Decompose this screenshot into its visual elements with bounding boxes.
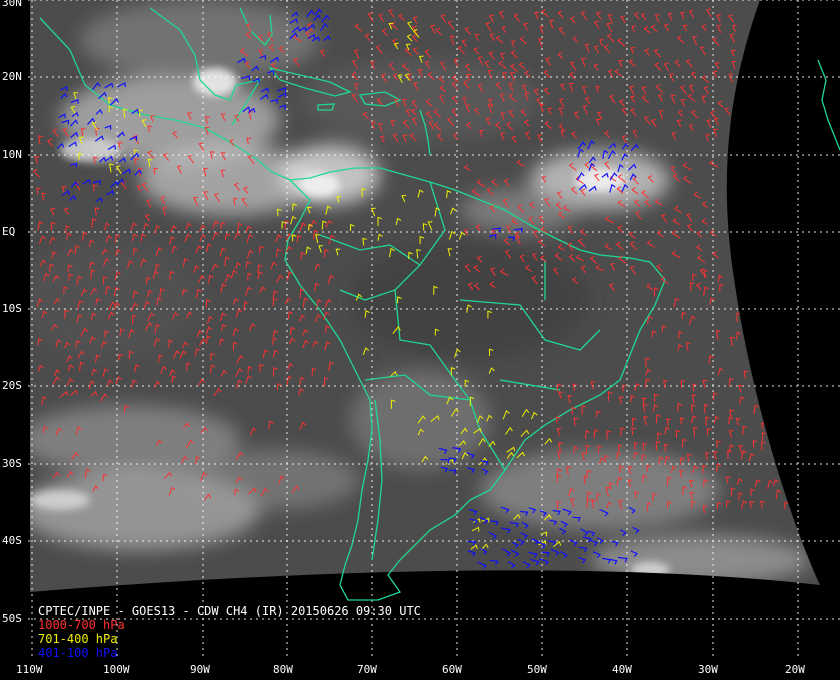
lat-label-eq: EQ	[2, 225, 16, 238]
lon-label-80w: 80W	[273, 663, 293, 676]
wind-barb	[728, 134, 736, 143]
wind-barb	[771, 343, 779, 353]
wind-barb	[772, 404, 778, 413]
wind-barb	[736, 270, 744, 281]
lat-label-30s: 30S	[2, 457, 22, 470]
lon-label-70w: 70W	[357, 663, 377, 676]
wind-barb	[757, 273, 763, 283]
lon-label-40w: 40W	[612, 663, 632, 676]
wind-barb	[788, 393, 794, 401]
lon-label-100w: 100W	[103, 663, 130, 676]
wind-barb	[736, 282, 742, 292]
lon-label-90w: 90W	[190, 663, 210, 676]
wind-barb	[790, 405, 797, 415]
wind-barb	[784, 450, 790, 460]
lon-label-110w: 110W	[16, 663, 43, 676]
legend-entry-1000-700-hpa: 1000-700 hPa	[38, 618, 125, 632]
wind-barb	[763, 370, 769, 378]
wind-barb	[788, 428, 793, 438]
lat-label-20n: 20N	[2, 70, 22, 83]
lon-label-60w: 60W	[442, 663, 462, 676]
satellite-wind-map: 30N 20N 10N EQ 10S 20S 30S 40S 50S 110W …	[0, 0, 840, 680]
lat-label-40s: 40S	[2, 534, 22, 547]
wind-barb	[773, 309, 779, 319]
wind-barb	[761, 358, 768, 367]
wind-barb	[784, 468, 791, 478]
wind-barb	[778, 419, 783, 427]
wind-barb	[783, 443, 789, 453]
lat-label-20s: 20S	[2, 379, 22, 392]
wind-barb	[749, 357, 756, 366]
wind-barb	[774, 356, 780, 364]
map-caption: CPTEC/INPE - GOES13 - CDW CH4 (IR) 20150…	[38, 604, 421, 660]
wind-barb	[764, 329, 771, 336]
lat-label-50s: 50S	[2, 612, 22, 625]
wind-barb	[773, 427, 779, 437]
legend-entry-701-400-hpa: 701-400 hPa	[38, 632, 118, 646]
coastline-africa	[817, 59, 840, 151]
map-canvas	[28, 0, 840, 660]
wind-barb	[784, 477, 789, 485]
lon-label-20w: 20W	[785, 663, 805, 676]
wind-barb	[779, 272, 786, 280]
lat-label-10s: 10S	[2, 302, 22, 315]
lon-label-50w: 50W	[527, 663, 547, 676]
legend-entry-401-100-hpa: 401-100 hPa	[38, 646, 118, 660]
wind-barb	[749, 323, 756, 333]
wind-barb	[788, 418, 794, 427]
wind-barb	[779, 302, 785, 310]
lat-label-10n: 10N	[2, 148, 22, 161]
lat-label-30n: 30N	[2, 0, 22, 9]
wind-barb	[785, 487, 791, 495]
caption-title: CPTEC/INPE - GOES13 - CDW CH4 (IR) 20150…	[38, 604, 421, 618]
lon-label-30w: 30W	[698, 663, 718, 676]
wind-barb	[776, 462, 782, 473]
